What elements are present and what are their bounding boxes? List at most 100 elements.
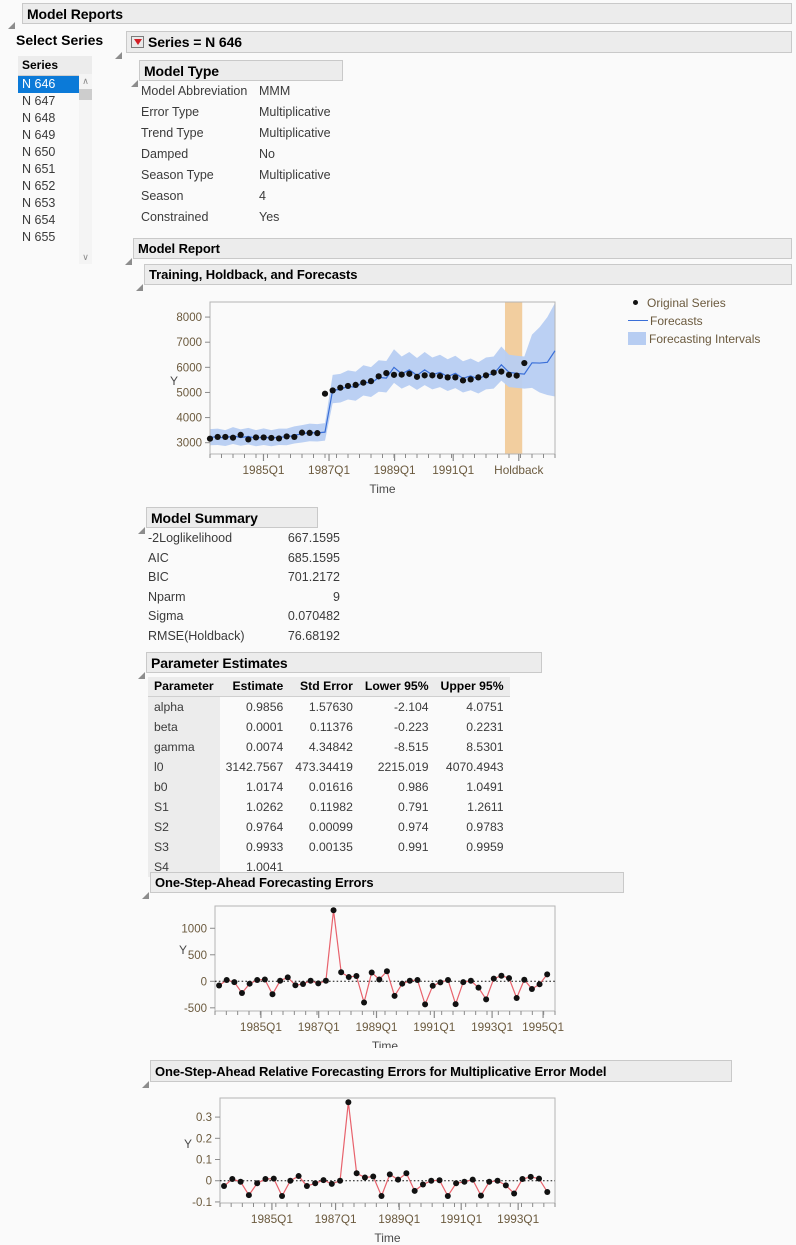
table-cell: alpha xyxy=(148,696,220,717)
row-value: MMM xyxy=(259,84,291,98)
select-series-label: Select Series xyxy=(16,32,104,48)
legend-item-forecasts: Forecasts xyxy=(628,312,760,329)
select-series-disclosure-icon[interactable] xyxy=(115,38,126,59)
table-header-row: Parameter Estimate Std Error Lower 95% Upper… xyxy=(148,677,510,697)
svg-text:1993Q1: 1993Q1 xyxy=(497,1212,539,1226)
scroll-down-icon[interactable]: ∨ xyxy=(79,250,92,264)
table-cell: 1.2611 xyxy=(467,800,504,814)
model-summary-row: AIC 685.1595 xyxy=(148,551,348,571)
table-cell: 0.986 xyxy=(398,780,429,794)
table-cell: 0.11376 xyxy=(309,720,353,734)
table-cell: -0.223 xyxy=(393,720,429,734)
model-type-row: Constrained Yes xyxy=(141,210,481,231)
table-cell: 0.9764 xyxy=(245,820,284,834)
row-value: Multiplicative xyxy=(259,168,331,182)
model-reports-disclosure-icon[interactable] xyxy=(8,8,19,29)
model-type-row: Season 4 xyxy=(141,189,481,210)
row-key: AIC xyxy=(148,550,169,565)
osa-relative-errors-header: One-Step-Ahead Relative Forecasting Erro… xyxy=(150,1060,732,1082)
parameter-estimates-title: Parameter Estimates xyxy=(151,654,288,671)
model-report-title: Model Report xyxy=(138,241,220,256)
svg-text:1987Q1: 1987Q1 xyxy=(298,1020,340,1034)
series-selector-header: Series = N 646 xyxy=(126,31,792,53)
model-reports-header: Model Reports xyxy=(22,3,792,24)
red-triangle-menu-icon[interactable] xyxy=(131,36,144,48)
osa-relative-errors-title: One-Step-Ahead Relative Forecasting Erro… xyxy=(155,1063,607,1079)
svg-text:Holdback: Holdback xyxy=(494,463,543,477)
table-cell: S1 xyxy=(148,797,220,817)
model-type-row: Error Type Multiplicative xyxy=(141,105,481,126)
table-row[interactable]: alpha 0.9856 1.57630 -2.104 4.0751 xyxy=(148,696,510,717)
table-row[interactable]: gamma 0.0074 4.34842 -8.515 8.5301 xyxy=(148,737,510,757)
parameter-estimates-table: Parameter Estimate Std Error Lower 95% Upper… xyxy=(148,677,510,877)
row-key: BIC xyxy=(148,570,169,584)
model-type-header: Model Type xyxy=(139,60,343,81)
table-row[interactable]: S2 0.9764 0.00099 0.974 0.9783 xyxy=(148,817,510,837)
table-row[interactable]: b0 1.0174 0.01616 0.986 1.0491 xyxy=(148,777,510,797)
table-cell: 4.34842 xyxy=(308,740,353,754)
table-cell: -2.104 xyxy=(393,700,429,714)
row-key: Trend Type xyxy=(141,126,204,140)
osa-errors-header: One-Step-Ahead Forecasting Errors xyxy=(150,872,624,893)
column-header: Std Error xyxy=(289,677,359,697)
svg-text:1985Q1: 1985Q1 xyxy=(251,1212,293,1226)
svg-text:1000: 1000 xyxy=(181,923,207,935)
table-cell: 0.991 xyxy=(398,840,429,854)
model-summary-row: BIC 701.2172 xyxy=(148,570,348,590)
model-summary-row: Sigma 0.070482 xyxy=(148,609,348,629)
row-key: RMSE(Holdback) xyxy=(148,628,245,643)
model-summary-title: Model Summary xyxy=(151,509,258,526)
table-cell: 1.0491 xyxy=(466,780,504,794)
model-summary-row: Nparm 9 xyxy=(148,590,348,610)
svg-text:0: 0 xyxy=(206,1176,212,1188)
table-cell: S3 xyxy=(148,837,220,857)
table-row[interactable]: beta 0.0001 0.11376 -0.223 0.2231 xyxy=(148,717,510,737)
legend-line-icon xyxy=(628,320,648,321)
table-cell: 3142.7567 xyxy=(225,760,284,774)
table-cell: 1.0174 xyxy=(245,780,284,794)
table-row[interactable]: S1 1.0262 0.11982 0.791 1.2611 xyxy=(148,797,510,817)
series-equals-label: Series = N 646 xyxy=(148,34,242,50)
table-cell: 0.9933 xyxy=(245,840,284,854)
model-type-rows: Model Abbreviation MMM Error Type Multipli… xyxy=(141,84,481,231)
table-cell: 0.2231 xyxy=(466,720,504,734)
table-row[interactable]: l0 3142.7567 473.34419 2215.019 4070.4943 xyxy=(148,757,510,777)
scrollbar-thumb[interactable] xyxy=(79,89,92,100)
table-cell: 0.974 xyxy=(398,820,429,834)
row-key: Season Type xyxy=(141,168,214,182)
legend-label: Forecasting Intervals xyxy=(649,331,761,346)
svg-text:5000: 5000 xyxy=(176,387,202,399)
svg-text:1987Q1: 1987Q1 xyxy=(315,1212,357,1226)
series-list-scrollbar[interactable]: ∧ ∨ xyxy=(79,74,92,264)
svg-text:1987Q1: 1987Q1 xyxy=(308,463,350,477)
svg-text:0.1: 0.1 xyxy=(196,1155,212,1167)
legend-dot-icon xyxy=(633,300,638,305)
svg-text:Y: Y xyxy=(184,1137,192,1151)
legend-item-original-series: Original Series xyxy=(628,294,760,311)
scroll-up-icon[interactable]: ∧ xyxy=(79,74,92,88)
table-cell: 1.57630 xyxy=(308,700,353,714)
model-summary-row: RMSE(Holdback) 76.68192 xyxy=(148,629,348,649)
row-value: 667.1595 xyxy=(287,531,340,545)
parameter-estimates-header: Parameter Estimates xyxy=(146,652,542,673)
svg-text:1989Q1: 1989Q1 xyxy=(356,1020,398,1034)
legend-swatch-icon xyxy=(628,332,646,345)
model-type-row: Season Type Multiplicative xyxy=(141,168,481,189)
training-holdback-forecasts-title: Training, Holdback, and Forecasts xyxy=(149,267,358,282)
table-cell: 0.11982 xyxy=(309,800,353,814)
table-cell: 1.0262 xyxy=(245,800,284,814)
svg-text:1991Q1: 1991Q1 xyxy=(413,1020,455,1034)
svg-text:1989Q1: 1989Q1 xyxy=(374,463,416,477)
svg-text:0.3: 0.3 xyxy=(196,1112,212,1124)
column-header: Lower 95% xyxy=(358,677,435,697)
table-row[interactable]: S3 0.9933 0.00135 0.991 0.9959 xyxy=(148,837,510,857)
table-cell: 4.0751 xyxy=(466,700,504,714)
row-key: Sigma xyxy=(148,609,184,623)
column-header: Estimate xyxy=(219,677,290,697)
page-title: Model Reports xyxy=(27,5,123,22)
model-summary-row: -2Loglikelihood 667.1595 xyxy=(148,531,348,551)
table-cell: 0.00135 xyxy=(308,840,353,854)
row-value: Multiplicative xyxy=(259,126,331,140)
model-report-header: Model Report xyxy=(133,238,792,259)
svg-text:7000: 7000 xyxy=(176,337,202,349)
